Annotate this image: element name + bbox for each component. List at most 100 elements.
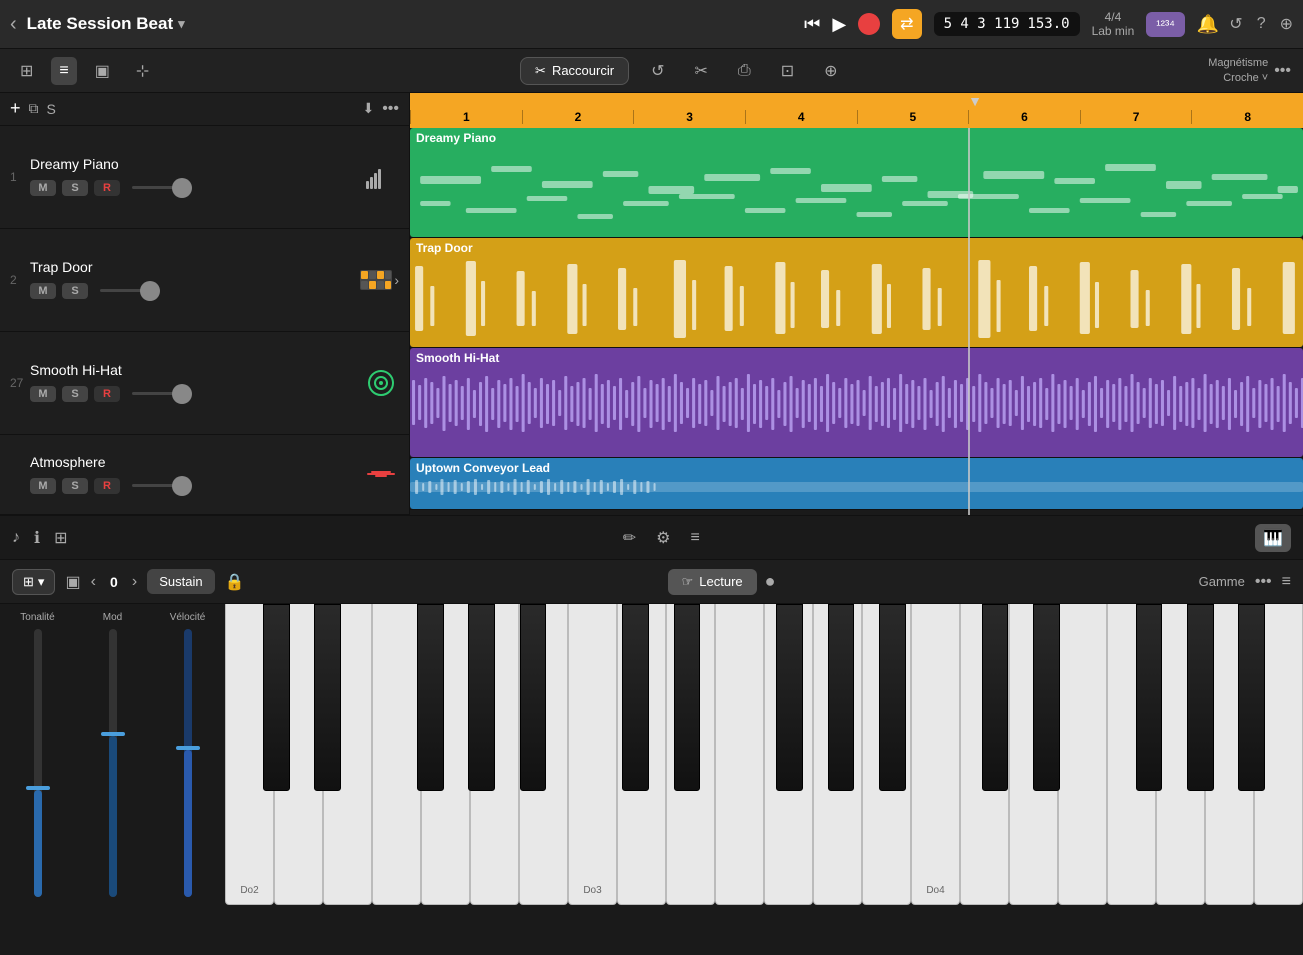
volume-control[interactable] [132, 384, 192, 404]
piano-view-button[interactable]: 🎹 [1255, 524, 1291, 552]
key-as2[interactable] [520, 604, 547, 791]
octave-down-button[interactable]: ‹ [91, 573, 96, 591]
back-button[interactable]: ‹ [10, 13, 17, 36]
key-ds3[interactable] [674, 604, 701, 791]
track-info: Dreamy Piano M S R [30, 156, 363, 198]
add-track-button[interactable]: + [10, 98, 21, 119]
key-f4[interactable] [1058, 604, 1107, 905]
play-button[interactable]: ▶ [832, 14, 846, 35]
lecture-button[interactable]: ☞ Lecture [668, 569, 757, 595]
toolbar-more-button[interactable]: ••• [1274, 62, 1291, 80]
key-cs2[interactable] [263, 604, 290, 791]
solo-button[interactable]: S [62, 180, 88, 196]
clip-hihat[interactable]: Smooth Hi-Hat // Generate many thin bars… [410, 348, 1303, 457]
rec-button[interactable]: R [94, 386, 120, 402]
keyboard-icon: ⊞ [23, 574, 34, 590]
lock-button[interactable]: 🔒 [225, 572, 245, 592]
edit-tool-button[interactable]: ✏ [623, 528, 636, 548]
rec-button[interactable]: R [94, 180, 120, 196]
solo-button[interactable]: S [62, 386, 88, 402]
track-lane-hihat[interactable]: Smooth Hi-Hat // Generate many thin bars… [410, 348, 1303, 458]
key-c4[interactable]: Do4 [911, 604, 960, 905]
key-gs3[interactable] [828, 604, 855, 791]
clip-trap-door[interactable]: Trap Door [410, 238, 1303, 347]
clip-dreamy-piano[interactable]: Dreamy Piano [410, 128, 1303, 237]
record-button[interactable] [858, 13, 880, 35]
volume-control[interactable] [132, 178, 192, 198]
key-f3[interactable] [715, 604, 764, 905]
info-button[interactable]: ℹ [34, 528, 40, 548]
duplicate-track-button[interactable]: ⧉ [29, 100, 39, 117]
mute-button[interactable]: M [30, 180, 56, 196]
audio-icon[interactable] [363, 365, 399, 401]
mixer-tool-button[interactable]: ≡ [690, 528, 699, 548]
download-button[interactable]: ⬇ [362, 100, 374, 117]
track-lane-trap-door[interactable]: Trap Door [410, 238, 1303, 348]
velocity-dot-button[interactable]: ● [765, 571, 776, 592]
grid-view-button[interactable]: ⊞ [12, 57, 41, 85]
panel-button[interactable]: ⊞ [54, 528, 67, 548]
panel-view-button[interactable]: ▣ [87, 57, 118, 85]
mute-button[interactable]: M [30, 283, 56, 299]
rewind-button[interactable]: ⏮ [804, 14, 820, 35]
view-mode-button[interactable]: ▣ [65, 572, 80, 592]
octave-up-button[interactable]: › [132, 573, 137, 591]
key-ds4[interactable] [1033, 604, 1060, 791]
undo-button[interactable]: ↺ [1229, 14, 1242, 34]
solo-button[interactable]: S [62, 283, 88, 299]
clip-atmosphere[interactable]: Uptown Conveyor Lead [410, 458, 1303, 509]
key-gs2[interactable] [468, 604, 495, 791]
key-cs4[interactable] [982, 604, 1009, 791]
key-fs2[interactable] [417, 604, 444, 791]
key-cs3[interactable] [622, 604, 649, 791]
bounce-button[interactable]: ⎙ [730, 58, 759, 84]
cycle-button[interactable]: ↺ [643, 57, 672, 85]
region-button[interactable]: ⊡ [773, 57, 802, 85]
track-lane-dreamy-piano[interactable]: Dreamy Piano [410, 128, 1303, 238]
velocity-slider[interactable] [184, 629, 192, 897]
atmosphere-icon[interactable] [363, 457, 399, 493]
master-button[interactable]: 🔔 [1197, 14, 1219, 35]
raccourcir-button[interactable]: ✂ Raccourcir [520, 57, 629, 85]
key-as3[interactable] [879, 604, 906, 791]
loop-button[interactable]: ⇄ [892, 9, 921, 39]
gamme-button[interactable]: Gamme [1199, 574, 1245, 589]
count-in-button[interactable]: ¹²³⁴ [1146, 12, 1185, 37]
mute-button[interactable]: M [30, 386, 56, 402]
track-list-more-button[interactable]: ••• [382, 100, 399, 118]
more-options-button[interactable]: ⊕ [1280, 14, 1293, 34]
volume-control[interactable] [132, 476, 192, 496]
magnetic-label: Magnétisme Croche ˅ [1208, 56, 1268, 85]
keyboard-style-button[interactable]: ⊞ ▾ [12, 569, 55, 595]
help-button[interactable]: ? [1257, 15, 1266, 33]
list-view-button[interactable]: ≡ [51, 57, 76, 85]
settings-tool-button[interactable]: ⚙ [656, 528, 670, 548]
track-info: Trap Door M S [30, 259, 358, 301]
track-expand-button[interactable]: › [394, 272, 399, 288]
key-gs4[interactable] [1187, 604, 1214, 791]
tonality-slider[interactable] [34, 629, 42, 897]
key-fs3[interactable] [776, 604, 803, 791]
kb-lines-button[interactable]: ≡ [1282, 573, 1291, 591]
sustain-button[interactable]: Sustain [147, 569, 214, 594]
track-lane-atmosphere[interactable]: Uptown Conveyor Lead [410, 458, 1303, 510]
cut-tool-button[interactable]: ✂ [686, 57, 715, 85]
timeline-ruler[interactable]: 1 2 3 4 5 6 7 8 ▼ [410, 93, 1303, 128]
rec-button[interactable]: R [94, 478, 120, 494]
key-as4[interactable] [1238, 604, 1265, 791]
solo-all-button[interactable]: S [47, 101, 56, 117]
beat-sequencer-icon[interactable] [358, 262, 394, 298]
mute-button[interactable]: M [30, 478, 56, 494]
volume-control[interactable] [100, 281, 160, 301]
smart-controls-button[interactable]: ⊹ [128, 57, 157, 85]
key-fs4[interactable] [1136, 604, 1163, 791]
add-tool-button[interactable]: ⊕ [816, 57, 845, 85]
key-f2[interactable] [372, 604, 421, 905]
key-ds2[interactable] [314, 604, 341, 791]
kb-more-button[interactable]: ••• [1255, 573, 1272, 591]
mod-slider[interactable] [109, 629, 117, 897]
key-c3[interactable]: Do3 [568, 604, 617, 905]
instrument-button[interactable]: ♪ [12, 529, 20, 547]
track-instrument-icon[interactable] [363, 159, 399, 195]
solo-button[interactable]: S [62, 478, 88, 494]
